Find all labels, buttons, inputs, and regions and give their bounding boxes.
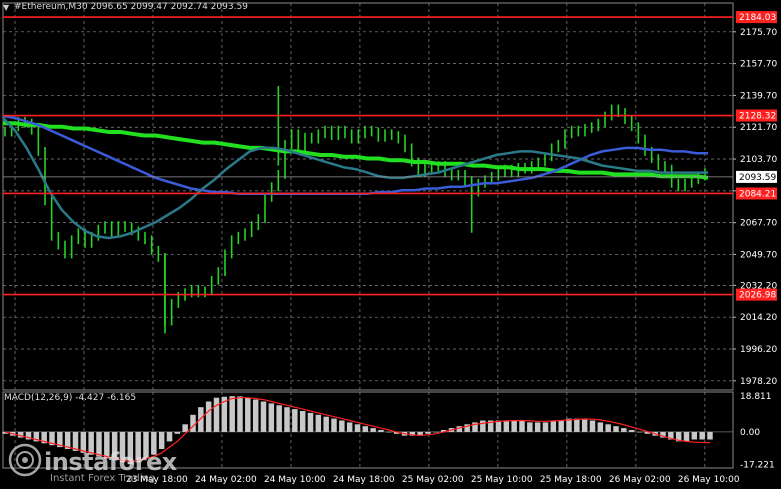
x-tick-label: 24 May 18:00 bbox=[333, 475, 395, 485]
level-label: 2084.21 bbox=[739, 189, 776, 199]
macd-histogram-bar bbox=[558, 420, 564, 432]
macd-histogram-bar bbox=[276, 405, 282, 432]
instaforex-logo-icon bbox=[8, 443, 42, 477]
macd-histogram-bar bbox=[386, 431, 392, 433]
macd-histogram-bar bbox=[245, 397, 251, 432]
watermark-brand: instaforex bbox=[44, 448, 177, 476]
y-tick-label: 1996.20 bbox=[740, 345, 777, 355]
macd-histogram-bar bbox=[613, 426, 619, 432]
macd-histogram-bar bbox=[581, 418, 588, 432]
macd-histogram-bar bbox=[229, 396, 235, 432]
macd-histogram-bar bbox=[511, 420, 517, 432]
macd-histogram-bar bbox=[284, 407, 290, 432]
y-tick-label: 2014.20 bbox=[740, 313, 777, 323]
macd-histogram-bar bbox=[362, 426, 369, 432]
macd-histogram-bar bbox=[527, 422, 533, 432]
macd-histogram-bar bbox=[699, 431, 705, 440]
level-label: 2026.98 bbox=[739, 291, 776, 301]
macd-histogram-bar bbox=[307, 412, 314, 432]
level-label: 2128.32 bbox=[739, 112, 776, 122]
macd-histogram-bar bbox=[683, 431, 690, 442]
macd-histogram-bar bbox=[542, 422, 549, 432]
macd-histogram-bar bbox=[213, 397, 220, 432]
chart-menu-arrow-icon[interactable]: ▼ bbox=[3, 3, 9, 12]
macd-histogram-bar bbox=[636, 431, 643, 433]
macd-histogram-bar bbox=[237, 396, 243, 432]
macd-histogram-bar bbox=[519, 420, 525, 432]
macd-histogram-bar bbox=[597, 422, 604, 432]
y-tick-label: 1978.20 bbox=[740, 377, 777, 387]
x-tick-label: 26 May 02:00 bbox=[609, 475, 671, 485]
chart-canvas[interactable]: 2175.702157.702139.702121.702103.702085.… bbox=[0, 0, 781, 489]
macd-histogram-bar bbox=[346, 422, 353, 432]
macd-histogram-bar bbox=[628, 430, 635, 432]
macd-histogram-bar bbox=[166, 431, 173, 442]
x-tick-label: 24 May 10:00 bbox=[264, 475, 326, 485]
level-label: 2184.03 bbox=[739, 13, 776, 23]
symbol-header: #Ethereum,M30 2096.65 2099.47 2092.74 20… bbox=[14, 2, 248, 12]
current-price-label: 2093.59 bbox=[739, 173, 776, 183]
macd-histogram-bar bbox=[182, 424, 188, 432]
macd-histogram-bar bbox=[550, 420, 557, 432]
y-tick-label: 2049.70 bbox=[740, 250, 777, 260]
macd-histogram-bar bbox=[205, 401, 212, 432]
main-panel-frame bbox=[2, 2, 734, 391]
macd-axis-label: 0.00 bbox=[740, 428, 760, 438]
macd-histogram-bar bbox=[299, 411, 306, 432]
macd-axis-label: 18.811 bbox=[740, 392, 772, 402]
macd-axis-label: -17.221 bbox=[740, 461, 775, 471]
macd-histogram-bar bbox=[260, 401, 267, 432]
macd-histogram-bar bbox=[268, 403, 275, 432]
y-tick-label: 2157.70 bbox=[740, 60, 777, 70]
macd-histogram-bar bbox=[370, 428, 376, 432]
x-tick-label: 25 May 10:00 bbox=[471, 475, 533, 485]
macd-histogram-bar bbox=[574, 418, 580, 432]
macd-histogram-bar bbox=[339, 420, 345, 432]
macd-histogram-bar bbox=[534, 422, 541, 432]
macd-histogram-bar bbox=[252, 399, 259, 432]
macd-histogram-bar bbox=[707, 431, 713, 440]
macd-header: MACD(12,26,9) -4.427 -6.165 bbox=[4, 393, 137, 403]
macd-histogram-bar bbox=[354, 424, 361, 432]
watermark-tagline: Instant Forex Trading bbox=[50, 473, 156, 484]
macd-histogram-bar bbox=[174, 431, 181, 434]
macd-histogram-bar bbox=[323, 416, 329, 432]
macd-histogram-bar bbox=[190, 414, 196, 432]
macd-histogram-bar bbox=[378, 430, 384, 432]
macd-histogram-bar bbox=[425, 431, 431, 434]
x-tick-label: 25 May 18:00 bbox=[540, 475, 602, 485]
x-tick-label: 25 May 02:00 bbox=[402, 475, 464, 485]
x-tick-label: 26 May 10:00 bbox=[678, 475, 740, 485]
macd-histogram-bar bbox=[621, 428, 627, 432]
macd-histogram-bar bbox=[292, 409, 298, 432]
macd-histogram-bar bbox=[503, 420, 510, 432]
x-tick-label: 24 May 02:00 bbox=[195, 475, 257, 485]
macd-histogram-bar bbox=[331, 418, 337, 432]
macd-histogram-bar bbox=[433, 431, 439, 433]
moving-average-line bbox=[2, 117, 708, 240]
macd-histogram-bar bbox=[315, 414, 322, 432]
y-tick-label: 2103.70 bbox=[740, 155, 777, 165]
macd-histogram-bar bbox=[158, 431, 165, 449]
macd-histogram-bar bbox=[605, 424, 611, 432]
y-tick-label: 2121.70 bbox=[740, 123, 777, 133]
macd-histogram-bar bbox=[589, 420, 596, 432]
y-tick-label: 2139.70 bbox=[740, 91, 777, 101]
y-tick-label: 2175.70 bbox=[740, 28, 777, 38]
macd-histogram-bar bbox=[691, 431, 698, 440]
trading-chart[interactable]: 2175.702157.702139.702121.702103.702085.… bbox=[0, 0, 781, 489]
y-tick-label: 2067.70 bbox=[740, 219, 777, 229]
macd-histogram-bar bbox=[198, 407, 204, 432]
macd-histogram-bar bbox=[480, 420, 486, 432]
